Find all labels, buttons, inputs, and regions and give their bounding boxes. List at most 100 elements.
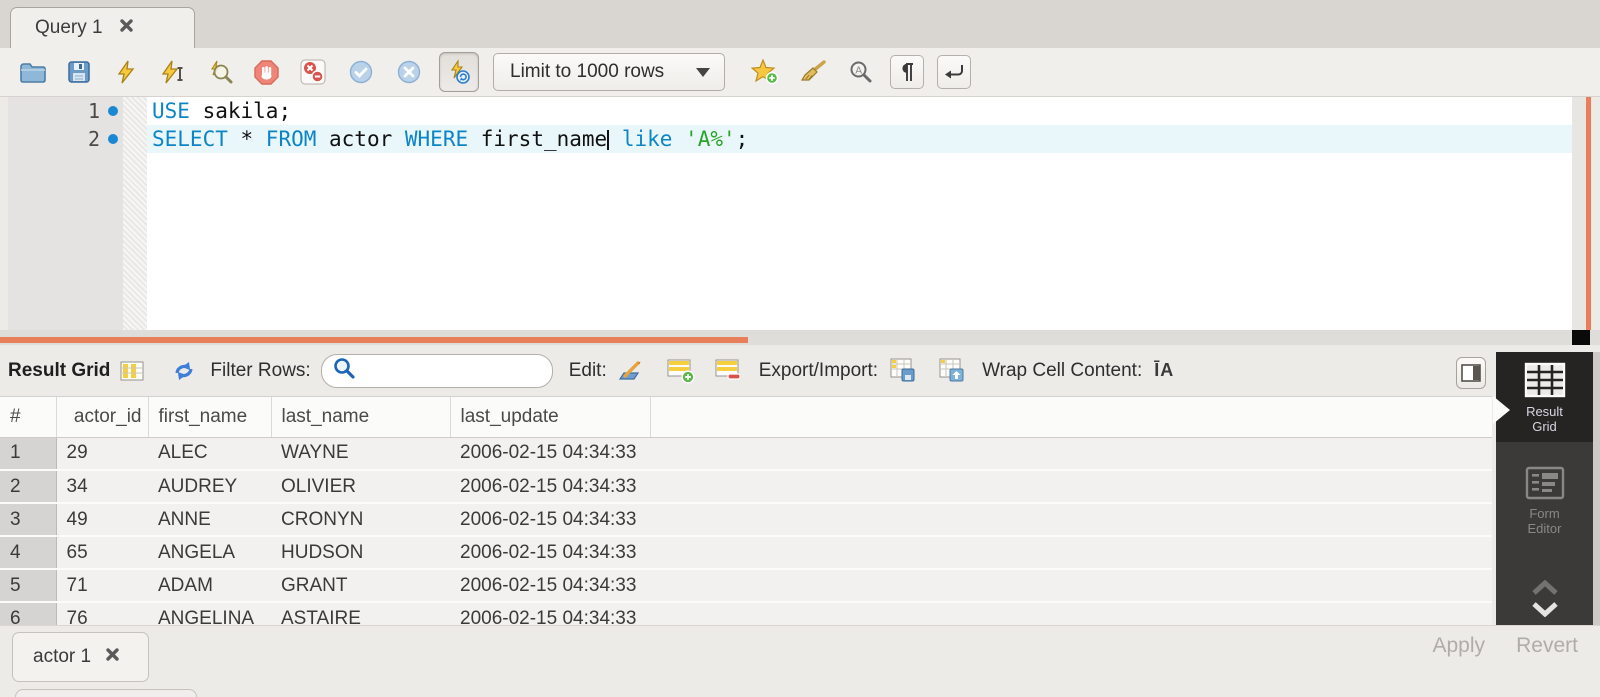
grid-cell-filler xyxy=(650,569,1492,602)
column-header-rownum[interactable]: # xyxy=(0,397,56,437)
table-body: 129ALECWAYNE2006-02-15 04:34:33234AUDREY… xyxy=(0,437,1492,625)
row-number-cell[interactable]: 1 xyxy=(0,437,56,470)
refresh-button[interactable] xyxy=(172,360,196,382)
close-icon[interactable] xyxy=(119,18,134,38)
grid-cell[interactable]: CRONYN xyxy=(271,503,450,536)
grid-cell[interactable]: 71 xyxy=(56,569,148,602)
tab-query-1[interactable]: Query 1 xyxy=(10,7,195,48)
find-button[interactable]: A xyxy=(841,52,881,92)
toggle-stop-on-error-button[interactable] xyxy=(293,52,333,92)
limit-rows-dropdown[interactable]: Limit to 1000 rows xyxy=(493,53,725,91)
sql-editor[interactable]: 12 USE sakila;SELECT * FROM actor WHERE … xyxy=(0,97,1600,330)
result-view-sidebar: Result Grid Form Editor xyxy=(1496,352,1593,632)
table-row[interactable]: 234AUDREYOLIVIER2006-02-15 04:34:33 xyxy=(0,470,1492,503)
delete-row-button[interactable] xyxy=(715,358,743,384)
tab-query-1-label: Query 1 xyxy=(35,17,103,39)
editor-code[interactable]: USE sakila;SELECT * FROM actor WHERE fir… xyxy=(147,97,1572,330)
row-number-cell[interactable]: 6 xyxy=(0,602,56,625)
execute-current-button[interactable] xyxy=(153,52,193,92)
table-row[interactable]: 465ANGELAHUDSON2006-02-15 04:34:33 xyxy=(0,536,1492,569)
save-script-button[interactable] xyxy=(59,52,99,92)
grid-cell[interactable]: 2006-02-15 04:34:33 xyxy=(450,602,650,625)
grid-cell[interactable]: 76 xyxy=(56,602,148,625)
import-button[interactable] xyxy=(939,358,966,384)
column-header-actor_id[interactable]: actor_id xyxy=(56,397,148,437)
column-header-first_name[interactable]: first_name xyxy=(148,397,271,437)
grid-cell[interactable]: 34 xyxy=(56,470,148,503)
grid-cell[interactable]: AUDREY xyxy=(148,470,271,503)
gutter-line[interactable]: 2 xyxy=(8,125,123,153)
grid-cell[interactable]: GRANT xyxy=(271,569,450,602)
table-row[interactable]: 129ALECWAYNE2006-02-15 04:34:33 xyxy=(0,437,1492,470)
table-row[interactable]: 571ADAMGRANT2006-02-15 04:34:33 xyxy=(0,569,1492,602)
wrap-cell-content-button[interactable]: ĪA xyxy=(1154,360,1174,381)
row-number-cell[interactable]: 3 xyxy=(0,503,56,536)
revert-button[interactable]: Revert xyxy=(1516,634,1578,658)
scroll-indicator xyxy=(1586,97,1591,330)
rollback-button[interactable] xyxy=(389,52,429,92)
grid-cell[interactable]: ANGELA xyxy=(148,536,271,569)
grid-cell[interactable]: 2006-02-15 04:34:33 xyxy=(450,437,650,470)
row-number-cell[interactable]: 4 xyxy=(0,536,56,569)
grid-cell[interactable]: 29 xyxy=(56,437,148,470)
gutter-line[interactable]: 1 xyxy=(8,97,123,125)
tab-actor-1[interactable]: actor 1 xyxy=(12,632,149,682)
pane-splitter[interactable] xyxy=(0,330,1600,345)
grid-cell[interactable]: 2006-02-15 04:34:33 xyxy=(450,503,650,536)
grid-cell[interactable]: ANGELINA xyxy=(148,602,271,625)
table-row[interactable]: 349ANNECRONYN2006-02-15 04:34:33 xyxy=(0,503,1492,536)
explain-button[interactable] xyxy=(200,52,240,92)
code-line[interactable]: USE sakila; xyxy=(147,97,1572,125)
commit-button[interactable] xyxy=(341,52,381,92)
toggle-wrap-button[interactable] xyxy=(937,55,971,89)
collapse-panel-button[interactable] xyxy=(1531,580,1559,600)
editor-scrollbar[interactable] xyxy=(1572,97,1592,330)
table-import-icon xyxy=(939,358,966,384)
apply-button[interactable]: Apply xyxy=(1432,634,1485,658)
new-snippet-button[interactable] xyxy=(745,52,785,92)
code-line[interactable]: SELECT * FROM actor WHERE first_name lik… xyxy=(147,125,1572,153)
beautify-button[interactable] xyxy=(793,52,833,92)
grid-cell[interactable]: OLIVIER xyxy=(271,470,450,503)
expand-panel-button[interactable] xyxy=(1531,602,1559,622)
svg-text:A: A xyxy=(855,66,862,77)
open-script-button[interactable] xyxy=(12,52,52,92)
filter-search-box[interactable] xyxy=(321,354,553,388)
grid-cell[interactable]: 2006-02-15 04:34:33 xyxy=(450,569,650,602)
grid-cell[interactable]: 2006-02-15 04:34:33 xyxy=(450,470,650,503)
grid-cell[interactable]: HUDSON xyxy=(271,536,450,569)
column-header-last_name[interactable]: last_name xyxy=(271,397,450,437)
export-button[interactable] xyxy=(890,358,917,384)
sidebar-item-form-editor[interactable]: Form Editor xyxy=(1496,456,1593,544)
grid-cell[interactable]: ADAM xyxy=(148,569,271,602)
add-row-button[interactable] xyxy=(667,358,695,384)
grid-cell[interactable]: 65 xyxy=(56,536,148,569)
form-editor-icon xyxy=(1525,466,1565,500)
sidebar-item-result-grid[interactable]: Result Grid xyxy=(1496,352,1593,442)
grid-cell[interactable]: 2006-02-15 04:34:33 xyxy=(450,536,650,569)
grid-cell[interactable]: ANNE xyxy=(148,503,271,536)
close-icon[interactable] xyxy=(105,647,120,667)
stop-button[interactable] xyxy=(246,52,286,92)
grid-cell[interactable]: WAYNE xyxy=(271,437,450,470)
edit-record-button[interactable] xyxy=(617,359,645,383)
execute-button[interactable] xyxy=(106,52,146,92)
row-number-cell[interactable]: 5 xyxy=(0,569,56,602)
toggle-sidebar-button[interactable] xyxy=(1456,357,1486,389)
table-row[interactable]: 676ANGELINAASTAIRE2006-02-15 04:34:33 xyxy=(0,602,1492,625)
broom-icon xyxy=(799,59,827,85)
row-number-cell[interactable]: 2 xyxy=(0,470,56,503)
grid-cell[interactable]: ALEC xyxy=(148,437,271,470)
column-header-last_update[interactable]: last_update xyxy=(450,397,650,437)
search-icon xyxy=(332,356,356,386)
filter-search-input[interactable] xyxy=(362,358,542,384)
result-grid[interactable]: #actor_idfirst_namelast_namelast_update … xyxy=(0,397,1492,625)
grid-cell[interactable]: ASTAIRE xyxy=(271,602,450,625)
limit-rows-value: Limit to 1000 rows xyxy=(510,61,664,83)
show-invisibles-button[interactable] xyxy=(890,55,924,89)
statement-dot-icon xyxy=(108,106,118,116)
wrap-return-icon xyxy=(942,61,966,83)
toggle-autocommit-button[interactable] xyxy=(439,52,479,92)
grid-cell[interactable]: 49 xyxy=(56,503,148,536)
commit-check-icon xyxy=(349,60,373,84)
